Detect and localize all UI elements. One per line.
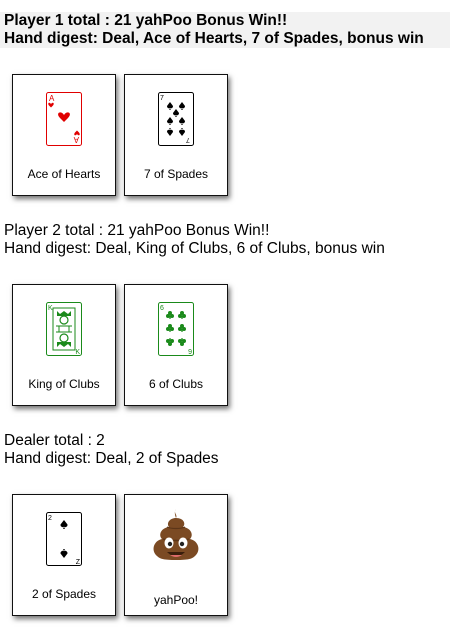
svg-text:7: 7 xyxy=(186,136,190,143)
card-ace-of-hearts: A A Ace of Hearts xyxy=(12,74,116,196)
card-label: 2 of Spades xyxy=(31,587,97,601)
player-2-header: Player 2 total : 21 yahPoo Bonus Win!! H… xyxy=(0,222,450,258)
card-2-of-spades: 2 Z 2 of Spades xyxy=(12,494,116,616)
svg-text:K: K xyxy=(48,305,53,312)
player-1-total: Player 1 total : 21 yahPoo Bonus Win!! xyxy=(4,12,288,29)
card-label: Ace of Hearts xyxy=(27,167,101,181)
dealer-header: Dealer total : 2 Hand digest: Deal, 2 of… xyxy=(0,432,450,468)
dealer-total: Dealer total : 2 xyxy=(4,432,105,449)
poo-emoji-icon xyxy=(153,509,199,560)
card-label: 7 of Spades xyxy=(143,167,209,181)
six-of-clubs-icon: 6 9 xyxy=(158,302,194,356)
svg-text:9: 9 xyxy=(188,349,192,356)
svg-text:2: 2 xyxy=(48,515,52,522)
svg-text:7: 7 xyxy=(160,95,164,102)
card-7-of-spades: 7 7 7 of Spades xyxy=(124,74,228,196)
player-1-section: Player 1 total : 21 yahPoo Bonus Win!! H… xyxy=(0,12,450,48)
card-yahpoo: yahPoo! xyxy=(124,494,228,616)
card-label: 6 of Clubs xyxy=(148,377,204,391)
player-2-total: Player 2 total : 21 yahPoo Bonus Win!! xyxy=(4,222,270,239)
seven-of-spades-icon: 7 7 xyxy=(158,92,194,146)
svg-text:A: A xyxy=(49,94,55,103)
card-label: King of Clubs xyxy=(28,377,100,391)
two-of-spades-icon: 2 Z xyxy=(46,512,82,566)
king-of-clubs-icon: K K xyxy=(46,302,82,356)
player-2-section: Player 2 total : 21 yahPoo Bonus Win!! H… xyxy=(0,222,450,258)
player-1-hand-digest: Hand digest: Deal, Ace of Hearts, 7 of S… xyxy=(4,30,424,47)
dealer-section: Dealer total : 2 Hand digest: Deal, 2 of… xyxy=(0,432,450,468)
svg-text:K: K xyxy=(75,349,80,356)
player-2-hand-digest: Hand digest: Deal, King of Clubs, 6 of C… xyxy=(4,240,385,257)
svg-text:6: 6 xyxy=(160,305,164,312)
ace-of-hearts-icon: A A xyxy=(46,92,82,146)
card-6-of-clubs: 6 9 6 of Clubs xyxy=(124,284,228,406)
card-king-of-clubs: K K King of Clubs xyxy=(12,284,116,406)
player-1-header: Player 1 total : 21 yahPoo Bonus Win!! H… xyxy=(0,12,450,48)
card-label: yahPoo! xyxy=(153,593,199,607)
svg-text:Z: Z xyxy=(76,559,81,566)
dealer-hand-digest: Hand digest: Deal, 2 of Spades xyxy=(4,450,219,467)
svg-text:A: A xyxy=(73,135,79,144)
